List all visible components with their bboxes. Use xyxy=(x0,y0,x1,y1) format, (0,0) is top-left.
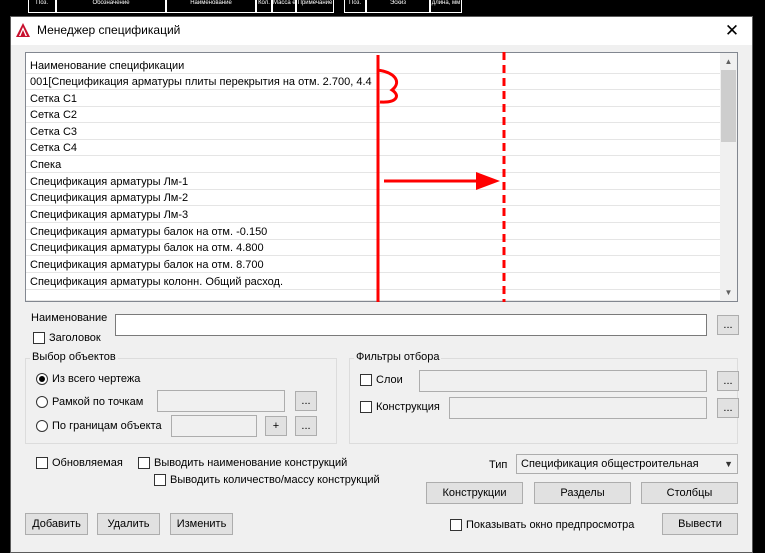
list-scrollbar[interactable]: ▲ ▼ xyxy=(720,53,737,301)
construction-checkbox-label: Конструкция xyxy=(376,401,440,413)
spec-manager-dialog: Менеджер спецификаций ✕ Наименование спе… xyxy=(10,16,753,553)
header-cell-note: Примечание xyxy=(296,0,334,13)
radio-frame-points[interactable] xyxy=(36,396,48,408)
sections-button[interactable]: Разделы xyxy=(534,482,631,504)
list-header: Наименование спецификации xyxy=(26,58,722,74)
frame-points-browse-button[interactable]: ... xyxy=(295,391,317,411)
radio-whole-drawing[interactable] xyxy=(36,373,48,385)
list-item[interactable]: Спецификация арматуры балок на отм. 4.80… xyxy=(26,240,722,256)
autocad-app-icon xyxy=(16,23,30,37)
header-cell-qty: Кол. xyxy=(256,0,272,13)
radio-object-bounds-label: По границам объекта xyxy=(52,420,162,432)
list-item[interactable]: Спецификация арматуры колонн. Общий расх… xyxy=(26,274,722,290)
header-cell-pos: Поз. xyxy=(28,0,56,13)
list-item[interactable]: Сетка С3 xyxy=(26,124,722,140)
show-construction-name-checkbox[interactable] xyxy=(138,457,150,469)
list-item[interactable]: Спека xyxy=(26,157,722,173)
type-label: Тип xyxy=(489,459,508,471)
spec-list[interactable]: Наименование спецификации 001[Спецификац… xyxy=(25,52,738,302)
header-cell-name: Наименование xyxy=(166,0,256,13)
construction-checkbox[interactable] xyxy=(360,401,372,413)
show-construction-name-label: Выводить наименование конструкций xyxy=(154,457,348,469)
object-bounds-add-button[interactable]: + xyxy=(265,416,287,436)
object-bounds-field xyxy=(171,415,257,437)
show-quantity-mass-label: Выводить количество/массу конструкций xyxy=(170,474,380,486)
list-item[interactable]: Спецификация арматуры балок на отм. 8.70… xyxy=(26,257,722,273)
layers-checkbox-label: Слои xyxy=(376,374,403,386)
drawing-table-header: Поз. Обозначение Наименование Кол. Масса… xyxy=(0,0,765,16)
layers-field xyxy=(419,370,707,392)
preview-label: Показывать окно предпросмотра xyxy=(466,519,635,531)
header-checkbox-label: Заголовок xyxy=(49,332,101,344)
list-item[interactable]: Спецификация арматуры Лм-3 xyxy=(26,207,722,223)
type-select-value: Спецификация общестроительная xyxy=(521,458,699,470)
list-item[interactable]: Спецификация арматуры балок на отм. -0.1… xyxy=(26,224,722,240)
radio-whole-drawing-label: Из всего чертежа xyxy=(52,373,141,385)
chevron-down-icon: ▼ xyxy=(724,459,733,469)
list-item[interactable]: Спецификация арматуры Лм-2 xyxy=(26,190,722,206)
window-title: Менеджер спецификаций xyxy=(37,23,181,37)
header-cell-sketch: Эскиз xyxy=(366,0,430,13)
type-select[interactable]: Спецификация общестроительная ▼ xyxy=(516,454,738,474)
object-bounds-browse-button[interactable]: ... xyxy=(295,416,317,436)
construction-browse-button[interactable]: ... xyxy=(717,398,739,418)
name-label: Наименование xyxy=(31,312,108,324)
list-item[interactable]: Сетка С4 xyxy=(26,140,722,156)
header-cell-length: длина, мм xyxy=(430,0,462,13)
columns-button[interactable]: Столбцы xyxy=(641,482,738,504)
add-button[interactable]: Добавить xyxy=(25,513,88,535)
layers-checkbox[interactable] xyxy=(360,374,372,386)
list-item[interactable]: Сетка С1 xyxy=(26,91,722,107)
preview-checkbox[interactable] xyxy=(450,519,462,531)
list-item[interactable]: 001[Спецификация арматуры плиты перекрыт… xyxy=(26,74,722,90)
title-bar[interactable]: Менеджер спецификаций ✕ xyxy=(11,17,752,45)
header-cell-mass: Масса ед. кг xyxy=(272,0,296,13)
list-item[interactable]: Сетка С2 xyxy=(26,107,722,123)
delete-button[interactable]: Удалить xyxy=(97,513,160,535)
change-button[interactable]: Изменить xyxy=(170,513,233,535)
close-icon[interactable]: ✕ xyxy=(712,17,752,45)
show-quantity-mass-checkbox[interactable] xyxy=(154,474,166,486)
filters-title: Фильтры отбора xyxy=(354,351,442,363)
updatable-label: Обновляемая xyxy=(52,457,123,469)
updatable-checkbox[interactable] xyxy=(36,457,48,469)
header-cell-pos-2: Поз. xyxy=(344,0,366,13)
layers-browse-button[interactable]: ... xyxy=(717,371,739,391)
frame-points-field xyxy=(157,390,285,412)
scroll-thumb[interactable] xyxy=(721,70,736,142)
output-button[interactable]: Вывести xyxy=(662,513,738,535)
header-checkbox[interactable] xyxy=(33,332,45,344)
scroll-down-icon[interactable]: ▼ xyxy=(720,284,737,301)
object-selection-title: Выбор объектов xyxy=(30,351,118,363)
name-input[interactable] xyxy=(115,314,707,336)
construction-field xyxy=(449,397,707,419)
radio-object-bounds[interactable] xyxy=(36,420,48,432)
list-item[interactable]: Спецификация арматуры Лм-1 xyxy=(26,174,722,190)
constructions-button[interactable]: Конструкции xyxy=(426,482,523,504)
radio-frame-points-label: Рамкой по точкам xyxy=(52,396,144,408)
header-cell-designation: Обозначение xyxy=(56,0,166,13)
list-item-partial[interactable] xyxy=(26,291,722,301)
name-browse-button[interactable]: ... xyxy=(717,315,739,335)
scroll-up-icon[interactable]: ▲ xyxy=(720,53,737,70)
